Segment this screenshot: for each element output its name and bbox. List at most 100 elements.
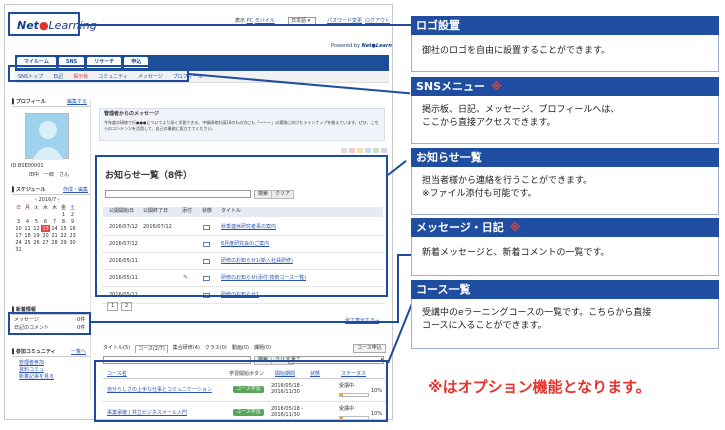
calendar-day[interactable]: 8 [59,218,68,225]
calendar-day[interactable]: 6 [41,218,50,225]
calendar-day[interactable]: 11 [23,225,32,232]
calendar-day[interactable]: 20 [41,232,50,239]
calendar-day[interactable]: 10 [14,225,23,232]
community-item[interactable]: 管理者参加 [19,360,44,367]
callout-title: メッセージ・日記 ※ [411,218,719,237]
community-item[interactable]: 資料コミュ [19,367,44,374]
calendar-day[interactable]: 26 [32,239,41,246]
calendar-day[interactable]: 24 [14,239,23,246]
connector-message-top [397,254,411,256]
weekday: 土 [69,205,75,211]
callout-notice: お知らせ一覧 担当者様から連絡を行うことができます。 ※ファイル添付も可能です。 [411,148,719,215]
weekday: 金 [60,205,66,211]
color-swatch[interactable] [341,148,347,153]
course-tab[interactable]: クラス(0) [205,345,227,353]
community-more-link[interactable]: 一覧へ [71,349,86,356]
calendar-day[interactable]: 9 [68,218,77,225]
color-swatch[interactable] [349,148,355,153]
weekday: 火 [33,205,39,211]
profile-id: ID:BSE00001 [11,163,44,169]
calendar-day[interactable] [68,246,77,253]
color-swatch[interactable] [381,148,387,153]
calendar-day[interactable]: 22 [59,232,68,239]
course-tab[interactable]: 集合研修(4) [173,345,200,353]
course-tab-active[interactable]: コース(2/7) [135,345,168,353]
page-2[interactable]: 2 [121,302,133,311]
weekday: 月 [24,205,30,211]
calendar-day[interactable] [41,211,50,218]
callout-body: 掲示板、日記、メッセージ、プロフィールへは、 ここから直接アクセスできます。 [411,96,719,144]
calendar-day[interactable]: 12 [32,225,41,232]
calendar-weekdays: 日月火水木金土 [14,204,77,211]
calendar-month: ‹ 2016/7 › [35,197,60,203]
avatar [25,113,69,160]
calendar-day[interactable] [32,211,41,218]
calendar-day[interactable]: 4 [23,218,32,225]
calendar-day[interactable] [14,211,23,218]
highlight-sns-menu [8,65,189,82]
calendar-day[interactable] [23,246,32,253]
callout-body: 受講中のeラーニングコースの一覧です。こちらから直接 コースに入ることができます… [411,299,719,349]
weekday: 木 [51,205,57,211]
calendar-day[interactable] [41,246,50,253]
avatar-silhouette-icon [32,121,64,160]
weekday: 日 [15,205,21,211]
calendar-day[interactable]: 29 [59,239,68,246]
calendar-day[interactable] [59,246,68,253]
calendar-day[interactable]: 21 [50,232,59,239]
calendar-day[interactable]: 18 [23,232,32,239]
callout-logo: ロゴ設置 御社のロゴを自由に設置することができます。 [411,16,719,72]
connector-logo [80,24,411,26]
calendar-day[interactable]: 1 [59,211,68,218]
calendar-day[interactable]: 5 [32,218,41,225]
admin-message-title: 管理者からのメッセージ [104,111,159,117]
calendar-day[interactable]: 2 [68,211,77,218]
calendar-day[interactable] [50,246,59,253]
weekday: 水 [42,205,48,211]
calendar-day-today[interactable]: 13 [41,225,50,232]
color-swatches [341,148,387,153]
page-1[interactable]: 1 [107,302,119,311]
course-tab[interactable]: タイトル(5) [103,345,130,353]
calendar-day[interactable]: 23 [68,232,77,239]
admin-message-body: 今年度の研修で行●●●についてより深く学習できる、中級研修計画10のもの方にも「… [104,120,379,131]
callout-title: コース一覧 [411,280,719,299]
calendar-day[interactable]: 25 [23,239,32,246]
calendar-day[interactable]: 3 [14,218,23,225]
color-swatch[interactable] [357,148,363,153]
highlight-courses [94,360,388,422]
calendar: 日月火水木金土 12 3456789 10 11 12 13 14 15 16 17 18 19… [14,204,77,253]
schedule-edit-link[interactable]: 作成・編集 [63,187,88,194]
course-apply-button[interactable]: コース申込 [353,344,386,353]
calendar-day[interactable]: 15 [59,225,68,232]
calendar-day[interactable]: 7 [50,218,59,225]
powered-by: Powered by Net●Learning [331,43,392,49]
course-tabs: タイトル(5) コース(2/7) 集合研修(4) クラス(0) 動画(0) 課題… [103,345,271,353]
color-swatch[interactable] [373,148,379,153]
course-tab[interactable]: 課題(0) [254,345,271,353]
calendar-day[interactable]: 30 [68,239,77,246]
highlight-logo [8,12,80,36]
profile-name: 田中 一郎 さん [29,172,70,178]
calendar-day[interactable]: 14 [50,225,59,232]
calendar-day[interactable]: 31 [14,246,23,253]
calendar-day[interactable]: 28 [50,239,59,246]
calendar-day[interactable] [23,211,32,218]
highlight-messages [8,312,91,335]
community-item[interactable]: 新着記事を見る [19,374,54,381]
callout-sns: SNSメニュー ※ 掲示板、日記、メッセージ、プロフィールへは、 ここから直接アク… [411,77,719,144]
calendar-day[interactable] [32,246,41,253]
connector-message-h [91,321,398,323]
calendar-day[interactable]: 17 [14,232,23,239]
calendar-day[interactable]: 27 [41,239,50,246]
color-swatch[interactable] [365,148,371,153]
highlight-notice [95,155,388,297]
option-footnote: ※はオプション機能となります。 [428,378,651,396]
callout-body: 新着メッセージと、新着コメントの一覧です。 [411,237,719,276]
calendar-day[interactable]: 19 [32,232,41,239]
profile-edit-link[interactable]: 編集する [67,99,87,106]
calendar-day[interactable] [50,211,59,218]
calendar-day[interactable]: 16 [68,225,77,232]
course-tab[interactable]: 動画(0) [232,345,249,353]
admin-message-box: 管理者からのメッセージ 今年度の研修で行●●●についてより深く学習できる、中級研… [99,108,385,141]
